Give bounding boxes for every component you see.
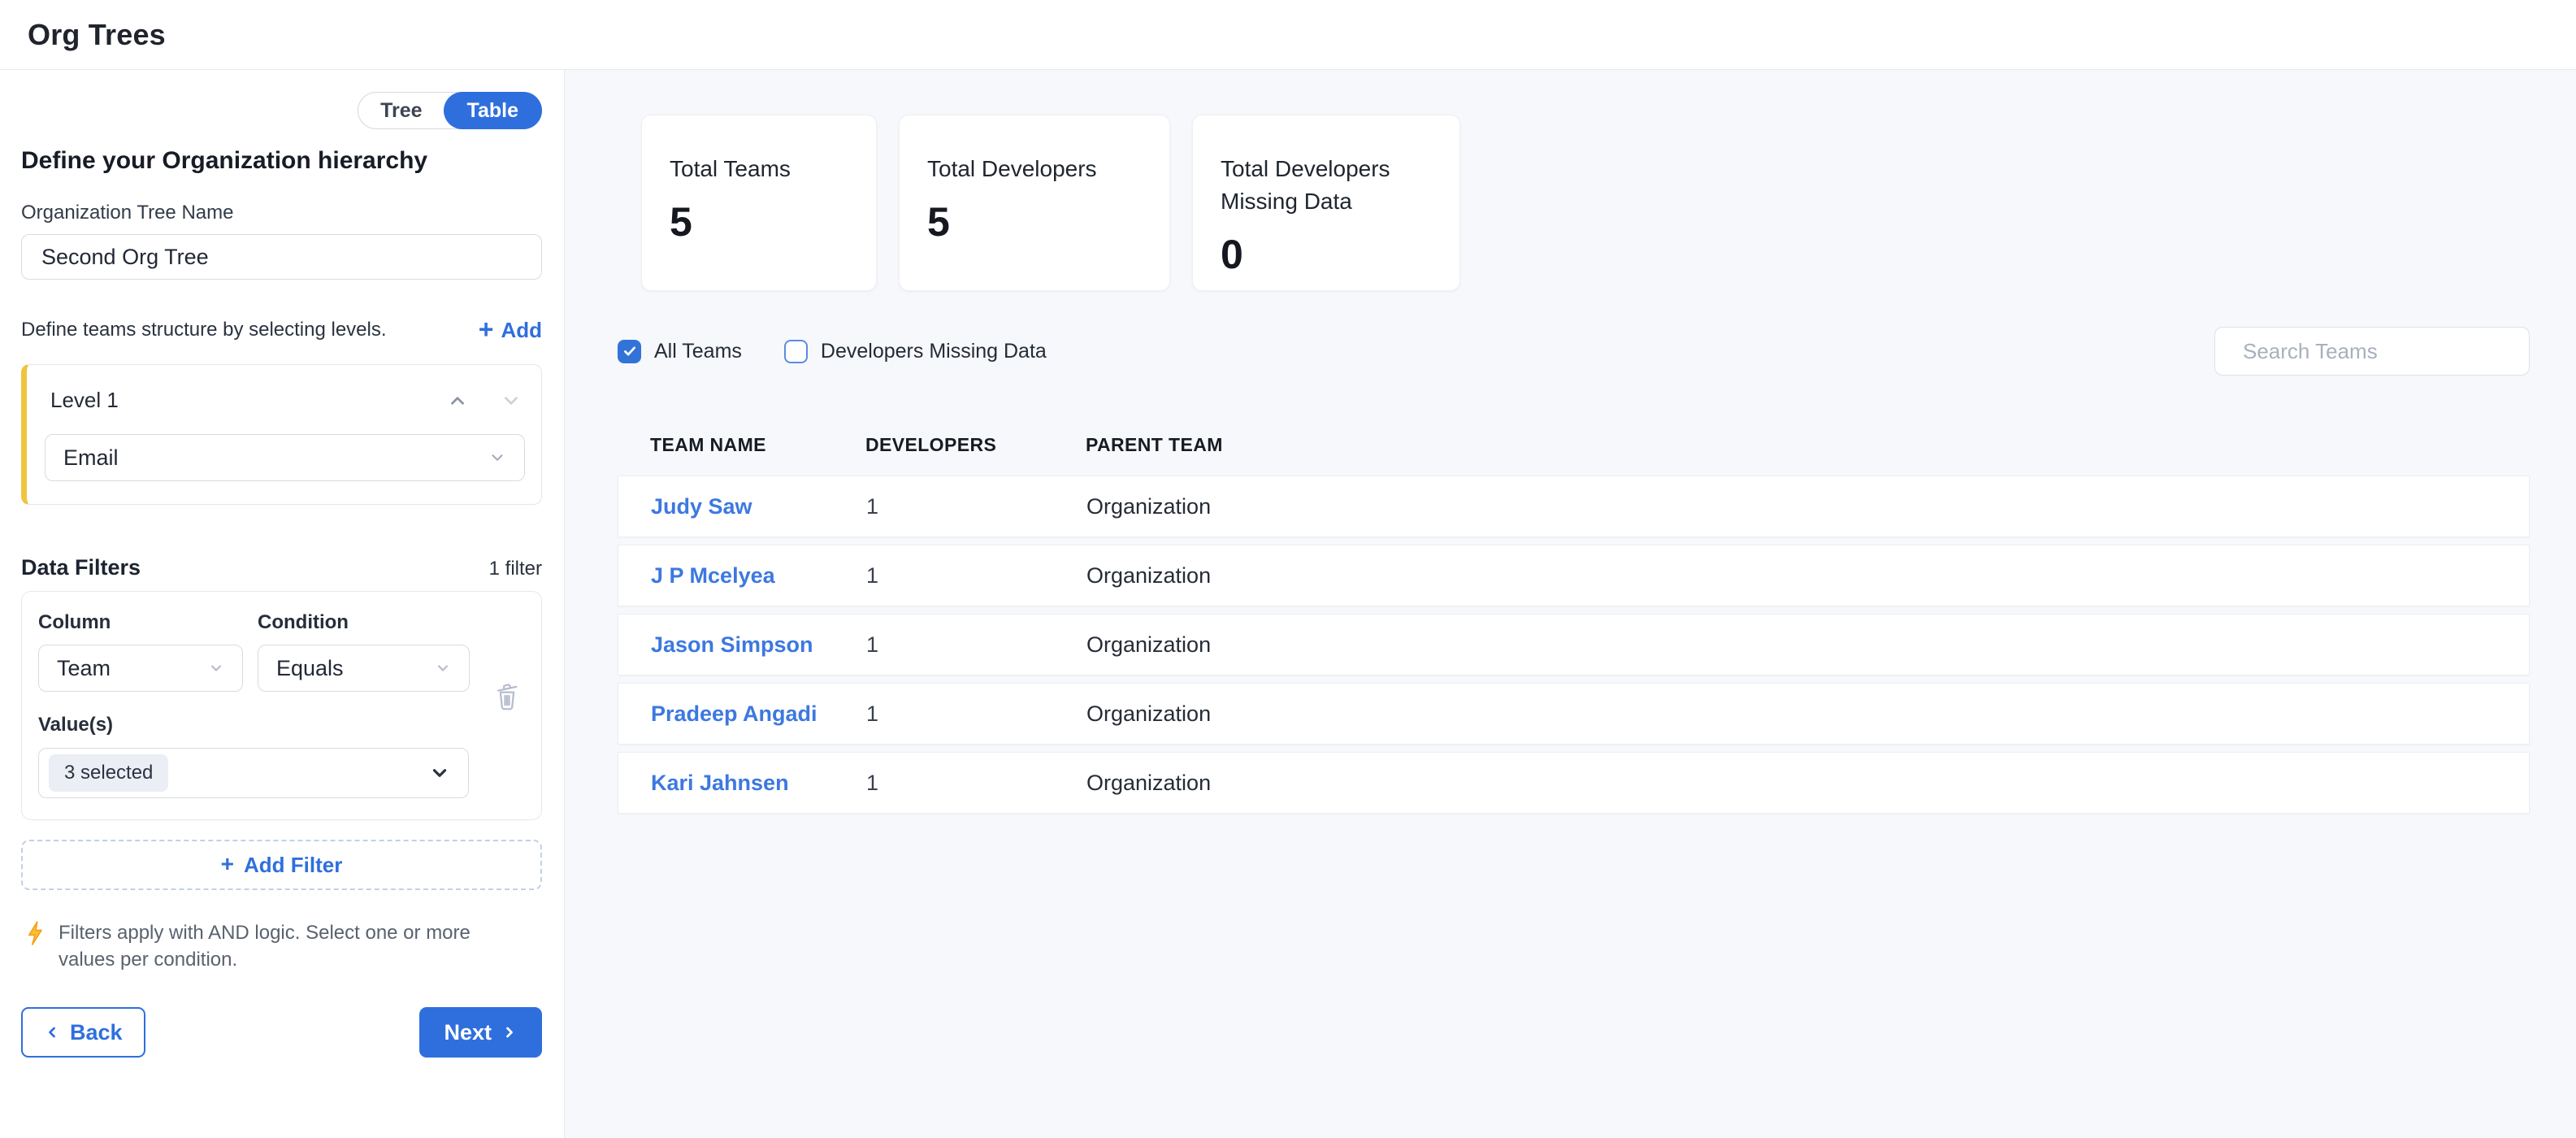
checkbox-unchecked-icon[interactable]	[784, 340, 808, 363]
filter-card: Column Team Condition Equals	[21, 591, 542, 820]
table-row: J P Mcelyea 1 Organization	[618, 545, 2530, 606]
column-header-developers: DEVELOPERS	[865, 434, 1086, 456]
parent-team: Organization	[1086, 494, 2496, 519]
team-link[interactable]: Jason Simpson	[651, 632, 813, 657]
main-content: Total Teams 5 Total Developers 5 Total D…	[565, 70, 2576, 1138]
chevron-down-icon	[208, 660, 224, 676]
stat-value: 0	[1221, 231, 1432, 278]
back-button[interactable]: Back	[21, 1007, 145, 1058]
chevron-down-icon	[429, 762, 450, 784]
plus-icon: +	[221, 853, 234, 875]
parent-team: Organization	[1086, 701, 2496, 727]
stat-card-total-developers: Total Developers 5	[899, 115, 1170, 291]
lightning-bolt-icon	[24, 919, 47, 947]
parent-team: Organization	[1086, 563, 2496, 589]
chevron-up-icon	[447, 390, 468, 411]
stat-card-developers-missing-data: Total Developers Missing Data 0	[1192, 115, 1460, 291]
values-label: Value(s)	[38, 714, 525, 736]
checkbox-checked-icon[interactable]	[618, 340, 641, 363]
column-label: Column	[38, 611, 243, 634]
developers-missing-data-checkbox-group[interactable]: Developers Missing Data	[784, 340, 1047, 363]
add-level-button[interactable]: + Add	[479, 317, 542, 343]
filter-column-select[interactable]: Team	[38, 645, 243, 692]
chevron-down-icon	[488, 449, 506, 467]
move-level-down-button[interactable]	[501, 390, 522, 411]
search-teams-input[interactable]	[2243, 339, 2515, 364]
table-row: Pradeep Angadi 1 Organization	[618, 683, 2530, 745]
check-icon	[622, 344, 637, 358]
stat-value: 5	[670, 198, 848, 245]
table-header: TEAM NAME DEVELOPERS PARENT TEAM	[618, 434, 2530, 456]
plus-icon: +	[479, 316, 494, 342]
parent-team: Organization	[1086, 771, 2496, 796]
next-button[interactable]: Next	[419, 1007, 542, 1058]
config-sidebar: Tree Table Define your Organization hier…	[0, 70, 565, 1138]
level-name: Level 1	[50, 388, 119, 413]
teams-table-body: Judy Saw 1 Organization J P Mcelyea 1 Or…	[618, 476, 2530, 814]
move-level-up-button[interactable]	[447, 390, 468, 411]
chevron-left-icon	[44, 1024, 60, 1040]
org-trees-app: Org Trees Tree Table Define your Organiz…	[0, 0, 2576, 1138]
toggle-tree-button[interactable]: Tree	[358, 93, 444, 128]
team-link[interactable]: Pradeep Angadi	[651, 701, 817, 726]
level-card: Level 1 Email	[21, 364, 542, 505]
table-row: Judy Saw 1 Organization	[618, 476, 2530, 537]
view-toggle: Tree Table	[358, 92, 542, 129]
condition-label: Condition	[258, 611, 470, 634]
selected-count-chip: 3 selected	[49, 754, 168, 792]
parent-team: Organization	[1086, 632, 2496, 658]
filters-note: Filters apply with AND logic. Select one…	[21, 919, 542, 973]
developers-count: 1	[866, 494, 1086, 519]
developers-count: 1	[866, 771, 1086, 796]
search-teams-box	[2214, 327, 2530, 376]
table-row: Kari Jahnsen 1 Organization	[618, 752, 2530, 814]
team-link[interactable]: J P Mcelyea	[651, 563, 775, 588]
page-title: Org Trees	[28, 18, 166, 52]
team-link[interactable]: Judy Saw	[651, 494, 752, 519]
trash-icon	[492, 680, 522, 712]
chevron-right-icon	[501, 1024, 518, 1040]
stats-row: Total Teams 5 Total Developers 5 Total D…	[641, 115, 2530, 291]
all-teams-checkbox-group[interactable]: All Teams	[618, 340, 742, 363]
levels-instruction: Define teams structure by selecting leve…	[21, 319, 387, 341]
top-bar: Org Trees	[0, 0, 2576, 70]
data-filters-heading: Data Filters	[21, 555, 141, 580]
developers-missing-data-label: Developers Missing Data	[821, 340, 1047, 363]
table-row: Jason Simpson 1 Organization	[618, 614, 2530, 675]
developers-count: 1	[866, 701, 1086, 727]
all-teams-label: All Teams	[654, 340, 742, 363]
tree-name-input[interactable]: Second Org Tree	[21, 234, 542, 280]
toggle-table-button[interactable]: Table	[444, 92, 542, 129]
chevron-down-icon	[435, 660, 451, 676]
tree-name-label: Organization Tree Name	[21, 202, 542, 224]
delete-filter-button[interactable]	[492, 680, 522, 712]
filter-values-select[interactable]: 3 selected	[38, 748, 469, 798]
column-header-team-name: TEAM NAME	[650, 434, 865, 456]
tree-name-value: Second Org Tree	[41, 245, 209, 270]
stat-value: 5	[927, 198, 1142, 245]
team-link[interactable]: Kari Jahnsen	[651, 771, 789, 795]
level-field-select[interactable]: Email	[45, 434, 525, 481]
filter-condition-select[interactable]: Equals	[258, 645, 470, 692]
column-header-parent-team: PARENT TEAM	[1086, 434, 2497, 456]
developers-count: 1	[866, 632, 1086, 658]
add-filter-button[interactable]: + Add Filter	[21, 840, 542, 890]
filter-count: 1 filter	[489, 558, 542, 580]
developers-count: 1	[866, 563, 1086, 589]
stat-card-total-teams: Total Teams 5	[641, 115, 877, 291]
sidebar-heading: Define your Organization hierarchy	[21, 147, 542, 175]
chevron-down-icon	[501, 390, 522, 411]
